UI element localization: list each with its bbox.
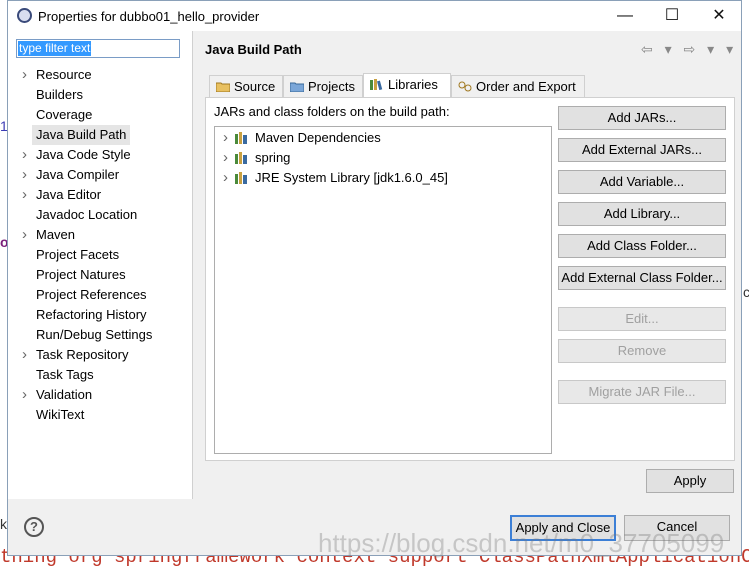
add-variable-button[interactable]: Add Variable... <box>558 170 726 194</box>
tree-item-label: Builders <box>36 87 83 102</box>
library-label: Maven Dependencies <box>255 130 381 145</box>
tab-label: Order and Export <box>476 79 576 94</box>
library-item[interactable]: › spring <box>215 148 551 168</box>
tree-item-label: Task Repository <box>36 347 129 362</box>
expand-arrow-icon[interactable]: › <box>22 225 32 245</box>
property-tree-pane: type filter text › Resource Builders Covera… <box>8 31 193 499</box>
tree-item-label: Java Compiler <box>36 167 120 182</box>
expand-arrow-icon[interactable]: › <box>22 345 32 365</box>
add-external-class-folder-button[interactable]: Add External Class Folder... <box>558 266 726 290</box>
properties-dialog: Properties for dubbo01_hello_provider — … <box>7 0 742 556</box>
editor-fragment: c <box>743 284 749 300</box>
tree-item[interactable]: Builders <box>8 85 192 105</box>
tree-item-label: Coverage <box>36 107 93 122</box>
tree-item-label: Java Editor <box>36 187 102 202</box>
tree-item[interactable]: Project Natures <box>8 265 192 285</box>
library-item[interactable]: › Maven Dependencies <box>215 128 551 148</box>
project-folder-icon <box>290 82 304 92</box>
tree-item[interactable]: › Validation <box>8 385 192 405</box>
tab-label: Libraries <box>388 77 438 92</box>
minimize-button[interactable]: — <box>602 1 648 31</box>
close-button[interactable]: ✕ <box>696 1 742 31</box>
watermark: https://blog.csdn.net/m0_37705099 <box>318 528 725 558</box>
library-item[interactable]: › JRE System Library [jdk1.6.0_45] <box>215 168 551 188</box>
tab-source[interactable]: Source <box>209 75 283 97</box>
title-bar: Properties for dubbo01_hello_provider — … <box>8 1 741 31</box>
tree-item-label: Project Natures <box>36 267 126 282</box>
tab-projects[interactable]: Projects <box>283 75 363 97</box>
library-icon <box>235 152 247 164</box>
library-icon <box>235 132 247 144</box>
tree-item[interactable]: Project References <box>8 285 192 305</box>
tab-order-and-export[interactable]: Order and Export <box>451 75 585 97</box>
tree-item[interactable]: › Java Compiler <box>8 165 192 185</box>
tree-item-label: Task Tags <box>36 367 94 382</box>
tree-item-label: Refactoring History <box>36 307 147 322</box>
expand-arrow-icon[interactable]: › <box>223 168 228 188</box>
tree-item-label: Resource <box>36 67 92 82</box>
tree-item[interactable]: Run/Debug Settings <box>8 325 192 345</box>
tree-item-label: Validation <box>36 387 93 402</box>
page-title: Java Build Path <box>205 42 302 57</box>
tree-item[interactable]: Project Facets <box>8 245 192 265</box>
tree-item[interactable]: › Java Code Style <box>8 145 192 165</box>
folder-icon <box>216 82 230 92</box>
library-icon <box>235 172 247 184</box>
property-page: Java Build Path ⇦ ▾ ⇨ ▾ ▾ Source Project… <box>193 31 741 499</box>
expand-arrow-icon[interactable]: › <box>22 185 32 205</box>
tree-item[interactable]: › Maven <box>8 225 192 245</box>
filter-input[interactable]: type filter text <box>16 39 180 58</box>
add-class-folder-button[interactable]: Add Class Folder... <box>558 234 726 258</box>
tab-label: Source <box>234 79 276 94</box>
eclipse-icon <box>17 8 32 23</box>
libraries-tree[interactable]: › Maven Dependencies › spring › JRE System Li… <box>214 126 552 454</box>
libraries-label: JARs and class folders on the build path… <box>214 104 450 119</box>
library-label: JRE System Library [jdk1.6.0_45] <box>255 170 448 185</box>
tree-item-label: Run/Debug Settings <box>36 327 153 342</box>
navigation-arrows-icon[interactable]: ⇦ ▾ ⇨ ▾ ▾ <box>641 41 737 58</box>
tree-item-label: Project Facets <box>36 247 120 262</box>
add-jars-button[interactable]: Add JARs... <box>558 106 726 130</box>
expand-arrow-icon[interactable]: › <box>22 65 32 85</box>
add-external-jars-button[interactable]: Add External JARs... <box>558 138 726 162</box>
edit-button[interactable]: Edit... <box>558 307 726 331</box>
tree-item[interactable]: › Java Editor <box>8 185 192 205</box>
tree-item[interactable]: Coverage <box>8 105 192 125</box>
tree-item[interactable]: › Resource <box>8 65 192 85</box>
libraries-tab-content: JARs and class folders on the build path… <box>205 97 735 461</box>
tree-item[interactable]: Javadoc Location <box>8 205 192 225</box>
help-icon[interactable]: ? <box>24 517 44 537</box>
tree-item[interactable]: WikiText <box>8 405 192 425</box>
filter-text: type filter text <box>18 41 92 56</box>
maximize-button[interactable]: ☐ <box>649 1 695 31</box>
tree-item[interactable]: Task Tags <box>8 365 192 385</box>
tab-label: Projects <box>308 79 355 94</box>
expand-arrow-icon[interactable]: › <box>22 165 32 185</box>
expand-arrow-icon[interactable]: › <box>223 148 228 168</box>
tree-item-label: Java Code Style <box>36 147 131 162</box>
expand-arrow-icon[interactable]: › <box>223 128 228 148</box>
tree-item-label: Project References <box>36 287 147 302</box>
tree-item-label: WikiText <box>36 407 85 422</box>
apply-button[interactable]: Apply <box>646 469 734 493</box>
tree-item[interactable]: Refactoring History <box>8 305 192 325</box>
order-icon <box>458 81 472 92</box>
window-title: Properties for dubbo01_hello_provider <box>38 9 260 24</box>
library-label: spring <box>255 150 291 165</box>
tree-item-label: Javadoc Location <box>36 207 138 222</box>
tree-item-label: Java Build Path <box>32 125 131 145</box>
expand-arrow-icon[interactable]: › <box>22 145 32 165</box>
remove-button[interactable]: Remove <box>558 339 726 363</box>
tree-item[interactable]: › Task Repository <box>8 345 192 365</box>
add-library-button[interactable]: Add Library... <box>558 202 726 226</box>
books-icon <box>370 79 383 90</box>
tab-libraries[interactable]: Libraries <box>363 73 451 98</box>
tree-item[interactable]: Java Build Path <box>8 125 192 145</box>
tree-item-label: Maven <box>36 227 76 242</box>
migrate-jar-file-button[interactable]: Migrate JAR File... <box>558 380 726 404</box>
expand-arrow-icon[interactable]: › <box>22 385 32 405</box>
